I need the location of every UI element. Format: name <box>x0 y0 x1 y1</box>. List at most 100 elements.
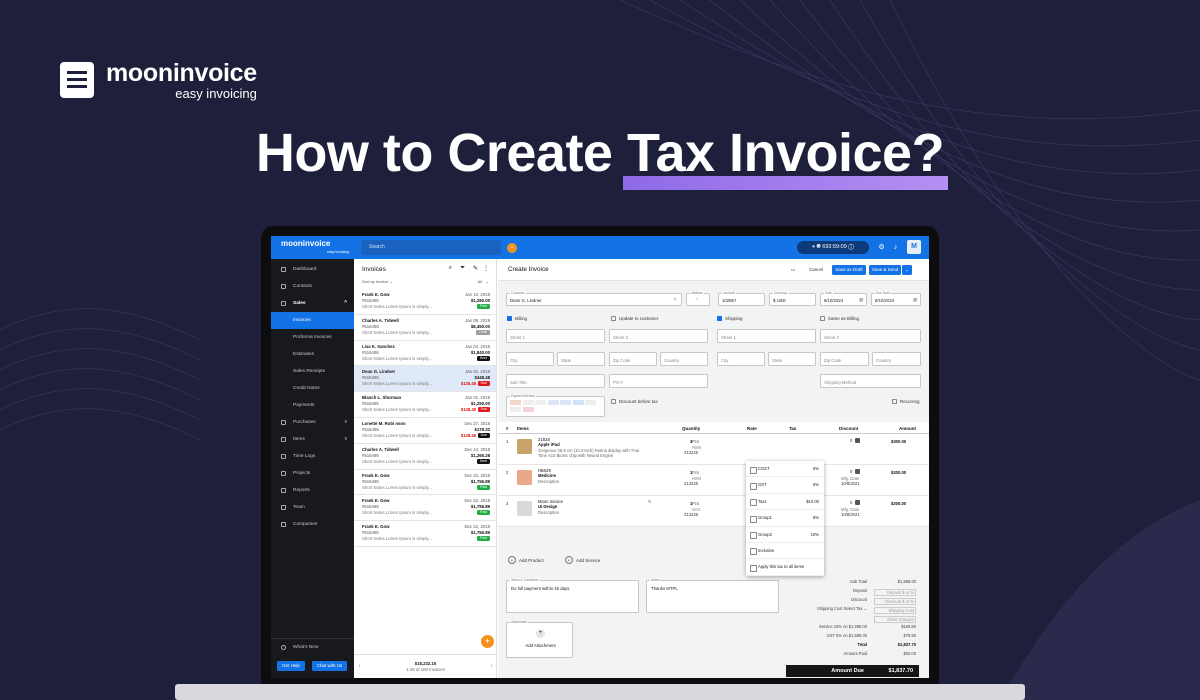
shipping-checkbox[interactable]: Shipping <box>717 316 743 321</box>
list-item[interactable]: Dean G. Lindner #516495 Short Notes Lorem … <box>354 366 496 393</box>
table-row[interactable]: 3 Moon Invoice UI Design Description ✎ 1 Pcs SA… <box>498 496 929 527</box>
zip-field[interactable]: Zip Code <box>609 352 657 366</box>
sidebar-item-proforma-invoices[interactable]: Proforma Invoices <box>271 329 354 346</box>
chat-button[interactable]: Chat with Us <box>312 661 347 671</box>
sidebar-item-credit-notes[interactable]: Credit Notes <box>271 380 354 397</box>
sidebar-item-projects[interactable]: Projects <box>271 465 354 482</box>
tax-option[interactable]: Group2 10% <box>746 527 824 543</box>
sidebar-item-invoices[interactable]: Invoices <box>271 312 354 329</box>
bell-icon[interactable]: ♪ <box>891 243 900 252</box>
list-item[interactable]: Blanch L. Shurman #516495 Short Notes Lore… <box>354 392 496 418</box>
sidebar-item-team[interactable]: Team <box>271 499 354 516</box>
street2-field[interactable]: Street 2 <box>609 329 708 343</box>
discount-type-icon[interactable] <box>855 469 860 474</box>
item-quantity[interactable]: 3 Pcs <box>690 439 699 444</box>
timer[interactable]: ⏸ ◉ 693:59:09 ⓘ <box>797 241 869 254</box>
tax-option[interactable]: CGST 5% <box>746 461 824 478</box>
gear-icon[interactable]: ⚙ <box>877 243 886 252</box>
save-send-button[interactable]: Save & Send <box>869 265 901 275</box>
add-product-button[interactable]: + Add Product <box>508 556 544 564</box>
sidebar-item-time-logs[interactable]: Time Logs <box>271 448 354 465</box>
list-item[interactable]: Lisa K. Sanchez #516495 Short Notes Lorem … <box>354 341 496 367</box>
tax-option[interactable]: Tax1 $10.00 <box>746 494 824 511</box>
avatar[interactable]: M <box>907 240 921 254</box>
item-quantity[interactable]: 1 Pcs <box>690 501 699 506</box>
billing-checkbox[interactable]: Billing <box>507 316 527 321</box>
list-item[interactable]: Charles A. Tidwell #516495 Short Notes Lor… <box>354 315 496 341</box>
search-input[interactable]: Search <box>361 240 501 255</box>
currency-field[interactable]: Currency $ USD <box>769 291 816 306</box>
sidebar-item-contacts[interactable]: Contacts <box>271 278 354 295</box>
chevron-down-icon[interactable]: ⌄ <box>902 265 912 275</box>
edit-icon[interactable]: ✎ <box>673 297 677 303</box>
street1-field[interactable]: Street 1 <box>717 329 816 343</box>
sidebar-item-purchases[interactable]: Purchases v <box>271 414 354 431</box>
filter-icon[interactable]: ⏷ <box>460 265 465 272</box>
tax-option[interactable]: Inclusive <box>746 543 824 560</box>
tax-option[interactable]: Group1 8% <box>746 510 824 527</box>
search-icon[interactable]: ⌕ <box>449 265 452 272</box>
add-service-button[interactable]: + Add Service <box>565 556 600 564</box>
total-value[interactable]: Discount $ or % <box>874 598 916 605</box>
due-date-field[interactable]: Due Date 8/10/2024 ▦ <box>871 291 921 306</box>
attachment-field[interactable]: Attachment + Add Attachment <box>506 620 573 658</box>
country-field[interactable]: Country <box>872 352 921 366</box>
same-as-billing-checkbox[interactable]: Same as Billing <box>820 316 859 321</box>
update-customer-checkbox[interactable]: Update to customer <box>611 316 658 321</box>
discount-type-icon[interactable] <box>855 438 860 443</box>
preview-icon[interactable]: ▭ <box>788 265 798 275</box>
country-field[interactable]: Country <box>660 352 708 366</box>
list-item[interactable]: Charles A. Tidwell #516495 Short Notes Lor… <box>354 444 496 470</box>
state-field[interactable]: State <box>557 352 605 366</box>
subtitle-field[interactable]: Sub Title <box>506 374 605 388</box>
tax-option[interactable]: GST 5% <box>746 477 824 494</box>
recurring-checkbox[interactable]: Recurring <box>892 399 920 404</box>
list-item[interactable]: Lonette M. Robi nson #516495 Short Notes L… <box>354 418 496 444</box>
edit-icon[interactable]: ✎ <box>473 265 478 272</box>
calendar-icon[interactable]: ▦ <box>859 297 863 303</box>
shipping-method-field[interactable]: Shipping Method <box>820 374 921 388</box>
list-item[interactable]: Frank E. Gow #516495 Short Notes Lorem Ips… <box>354 289 496 315</box>
table-row[interactable]: 1 2182S Apple iPad Gorgeous 26.9 cm (10.2-i… <box>498 434 929 465</box>
whats-new-item[interactable]: What's New <box>271 638 354 655</box>
date-field[interactable]: Date 8/10/2024 ▦ <box>820 291 867 306</box>
sidebar-item-companies[interactable]: Companies <box>271 516 354 533</box>
tax-option[interactable]: Apply this tax to all items <box>746 559 824 576</box>
street2-field[interactable]: Street 2 <box>820 329 921 343</box>
item-quantity[interactable]: 1 Pcs <box>690 470 699 475</box>
add-attachment-icon[interactable]: + <box>536 629 545 638</box>
edit-icon[interactable]: ✎ <box>648 499 652 504</box>
payment-method-field[interactable]: Payment Method <box>506 394 605 417</box>
discount-type-icon[interactable] <box>855 500 860 505</box>
get-help-button[interactable]: Get Help <box>277 661 305 671</box>
sidebar-item-items[interactable]: Items v <box>271 431 354 448</box>
sidebar-item-dashboard[interactable]: Dashboard <box>271 261 354 278</box>
invoice-number-field[interactable]: Invoice# 102857 <box>718 291 765 306</box>
state-field[interactable]: State <box>768 352 816 366</box>
quick-add-icon[interactable]: + <box>507 242 517 253</box>
next-page-icon[interactable]: › <box>491 663 492 668</box>
sidebar-item-reports[interactable]: Reports <box>271 482 354 499</box>
calendar-icon[interactable]: ▦ <box>913 297 917 303</box>
add-invoice-button[interactable]: + <box>481 635 494 648</box>
sidebar-item-sales[interactable]: Sales ^ <box>271 295 354 312</box>
status-filter[interactable]: All <box>478 279 482 284</box>
notes-field[interactable]: Notes Thanks MTPL <box>646 578 779 613</box>
total-value[interactable]: Deposit $ or % <box>874 589 916 596</box>
save-draft-button[interactable]: Save as Draft <box>832 265 866 275</box>
list-item[interactable]: Frank E. Gow #516495 Short Notes Lorem Ips… <box>354 470 496 496</box>
list-item[interactable]: Frank E. Gow #516495 Short Notes Lorem Ips… <box>354 495 496 522</box>
total-value[interactable]: Other Charges <box>874 616 916 623</box>
table-row[interactable]: 2 HB029 Medicine Description 1 Pcs HSN 213225 0 M… <box>498 465 929 496</box>
city-field[interactable]: City <box>506 352 554 366</box>
list-item[interactable]: Frank E. Gow #516495 Short Notes Lorem Ips… <box>354 521 496 547</box>
app-logo[interactable]: mooninvoice easy invoicing <box>271 239 355 256</box>
terms-field[interactable]: Terms & Conditions Do full payment within… <box>506 578 639 613</box>
more-icon[interactable]: ⋮ <box>483 265 489 272</box>
attribute-button[interactable]: Attribute ^ <box>686 291 710 306</box>
street1-field[interactable]: Street 1 <box>506 329 605 343</box>
city-field[interactable]: City <box>717 352 765 366</box>
sidebar-item-estimates[interactable]: Estimates <box>271 346 354 363</box>
po-field[interactable]: PO # <box>609 374 708 388</box>
total-value[interactable]: Shipping Cost <box>874 607 916 614</box>
